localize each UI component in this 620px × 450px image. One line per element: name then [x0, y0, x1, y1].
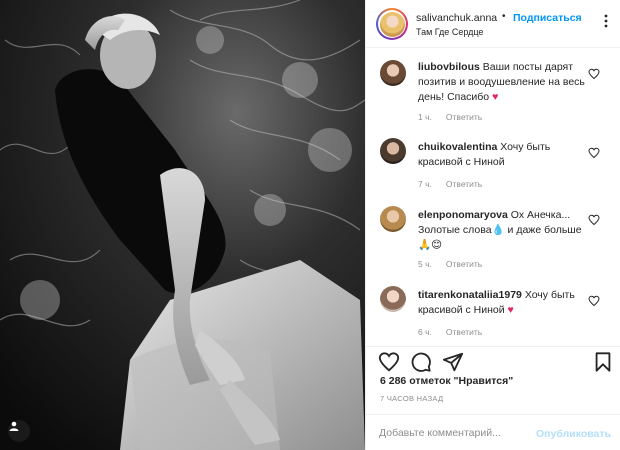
- reply-button[interactable]: Ответить: [446, 327, 482, 337]
- comment-heart-icon[interactable]: [588, 147, 600, 159]
- reply-button[interactable]: Ответить: [446, 112, 482, 122]
- comments-list[interactable]: liubovbilous Ваши посты дарят позитив и …: [366, 48, 620, 346]
- header-separator: •: [502, 11, 506, 22]
- commenter-avatar[interactable]: [380, 286, 406, 312]
- post-photo[interactable]: [0, 0, 365, 450]
- comment-input[interactable]: [379, 423, 529, 443]
- more-dots-icon[interactable]: [600, 14, 612, 28]
- user-tag-icon[interactable]: [8, 420, 30, 442]
- comment-time[interactable]: 6 ч.: [418, 327, 432, 337]
- follow-button[interactable]: Подписаться: [513, 12, 582, 24]
- paper-plane-icon[interactable]: [442, 351, 464, 373]
- post-timestamp[interactable]: 7 ЧАСОВ НАЗАД: [380, 394, 443, 403]
- comment-heart-icon[interactable]: [588, 214, 600, 226]
- speech-bubble-icon[interactable]: [410, 351, 432, 373]
- reply-button[interactable]: Ответить: [446, 259, 482, 269]
- comment-time[interactable]: 7 ч.: [418, 179, 432, 189]
- comment-time[interactable]: 1 ч.: [418, 112, 432, 122]
- author-avatar[interactable]: [376, 8, 408, 40]
- likes-count[interactable]: 6 286 отметок "Нравится": [380, 375, 513, 387]
- comment-text: liubovbilous Ваши посты дарят позитив и …: [418, 60, 588, 105]
- comment-time[interactable]: 5 ч.: [418, 259, 432, 269]
- comment-meta: 5 ч. Ответить: [418, 259, 482, 269]
- commenter-avatar[interactable]: [380, 206, 406, 232]
- commenter-avatar[interactable]: [380, 138, 406, 164]
- comment-text: elenponomaryova Ох Анечка... Золотые сло…: [418, 208, 588, 253]
- comment-meta: 6 ч. Ответить: [418, 327, 482, 337]
- comment-meta: 1 ч. Ответить: [418, 112, 482, 122]
- comment-meta: 7 ч. Ответить: [418, 179, 482, 189]
- commenter-username[interactable]: titarenkonataliia1979: [418, 289, 522, 301]
- comment-heart-icon[interactable]: [588, 295, 600, 307]
- post-header: salivanchuk.anna • Подписаться Там Где С…: [366, 0, 620, 48]
- photo-artwork: [0, 0, 365, 450]
- comment-text: chuikovalentina Хочу быть красивой с Нин…: [418, 140, 588, 170]
- comment-text: titarenkonataliia1979 Хочу быть красивой…: [418, 288, 588, 318]
- commenter-avatar[interactable]: [380, 60, 406, 86]
- comment-heart-icon[interactable]: [588, 68, 600, 80]
- heart-outline-icon[interactable]: [378, 351, 400, 373]
- commenter-username[interactable]: chuikovalentina: [418, 141, 497, 153]
- post-sidebar: salivanchuk.anna • Подписаться Там Где С…: [365, 0, 620, 450]
- publish-button[interactable]: Опубликовать: [536, 428, 611, 440]
- red-heart-emoji: ♥: [492, 91, 499, 103]
- reply-button[interactable]: Ответить: [446, 179, 482, 189]
- author-username[interactable]: salivanchuk.anna: [416, 12, 497, 24]
- commenter-username[interactable]: elenponomaryova: [418, 209, 508, 221]
- commenter-username[interactable]: liubovbilous: [418, 61, 480, 73]
- post-location[interactable]: Там Где Сердце: [416, 27, 483, 37]
- red-heart-emoji: ♥: [507, 304, 514, 316]
- comment-composer: Опубликовать: [366, 414, 620, 450]
- bookmark-icon[interactable]: [592, 351, 614, 373]
